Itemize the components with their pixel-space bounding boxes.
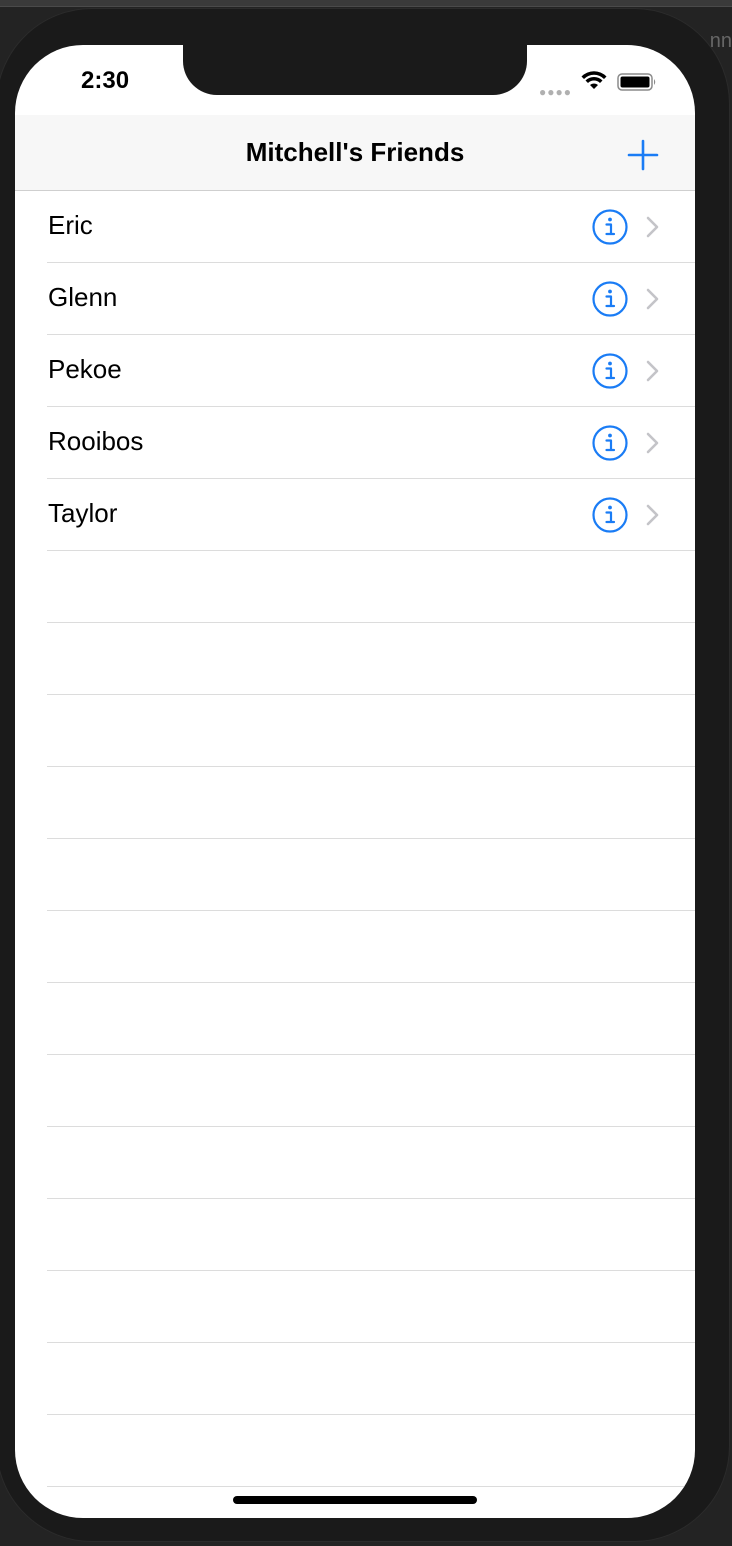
friends-list: Eric Glenn Pekoe Rooibos Taylor	[15, 191, 695, 1487]
empty-row	[15, 1127, 695, 1199]
friend-name: Pekoe	[48, 354, 122, 384]
empty-row	[15, 911, 695, 983]
empty-row	[15, 1055, 695, 1127]
device-notch	[183, 45, 527, 95]
friend-name: Rooibos	[48, 426, 144, 456]
friend-row[interactable]: Glenn	[15, 263, 695, 335]
chevron-right-icon	[646, 216, 659, 238]
friend-row[interactable]: Eric	[15, 191, 695, 263]
page-title: Mitchell's Friends	[245, 137, 465, 167]
chevron-right-icon	[646, 288, 659, 310]
info-circle-icon[interactable]	[591, 496, 629, 534]
friend-name: Taylor	[48, 498, 118, 528]
friend-row[interactable]: Rooibos	[15, 407, 695, 479]
device-screen: 2:30 ●●●● Mitchell's Friends Eric Glenn Pe…	[15, 45, 695, 1518]
wifi-icon	[581, 71, 607, 89]
empty-row	[15, 695, 695, 767]
empty-row	[15, 1271, 695, 1343]
empty-row	[15, 983, 695, 1055]
friend-row[interactable]: Pekoe	[15, 335, 695, 407]
desktop-top-bar	[0, 0, 732, 7]
info-circle-icon[interactable]	[591, 352, 629, 390]
navigation-bar: Mitchell's Friends	[15, 115, 695, 191]
plus-icon[interactable]	[623, 135, 663, 175]
status-time: 2:30	[81, 67, 130, 94]
empty-row	[15, 623, 695, 695]
cellular-dots-icon: ●●●●	[539, 85, 572, 99]
empty-row	[15, 551, 695, 623]
chevron-right-icon	[646, 504, 659, 526]
battery-icon	[617, 73, 656, 91]
row-separator	[47, 1486, 695, 1487]
empty-row	[15, 1343, 695, 1415]
friend-name: Eric	[48, 210, 93, 240]
chevron-right-icon	[646, 360, 659, 382]
empty-row	[15, 1415, 695, 1487]
empty-row	[15, 1199, 695, 1271]
device-frame: 2:30 ●●●● Mitchell's Friends Eric Glenn Pe…	[0, 8, 730, 1542]
friend-name: Glenn	[48, 282, 118, 312]
empty-row	[15, 767, 695, 839]
home-indicator[interactable]	[233, 1496, 477, 1504]
info-circle-icon[interactable]	[591, 208, 629, 246]
friend-row[interactable]: Taylor	[15, 479, 695, 551]
empty-row	[15, 839, 695, 911]
chevron-right-icon	[646, 432, 659, 454]
info-circle-icon[interactable]	[591, 424, 629, 462]
info-circle-icon[interactable]	[591, 280, 629, 318]
